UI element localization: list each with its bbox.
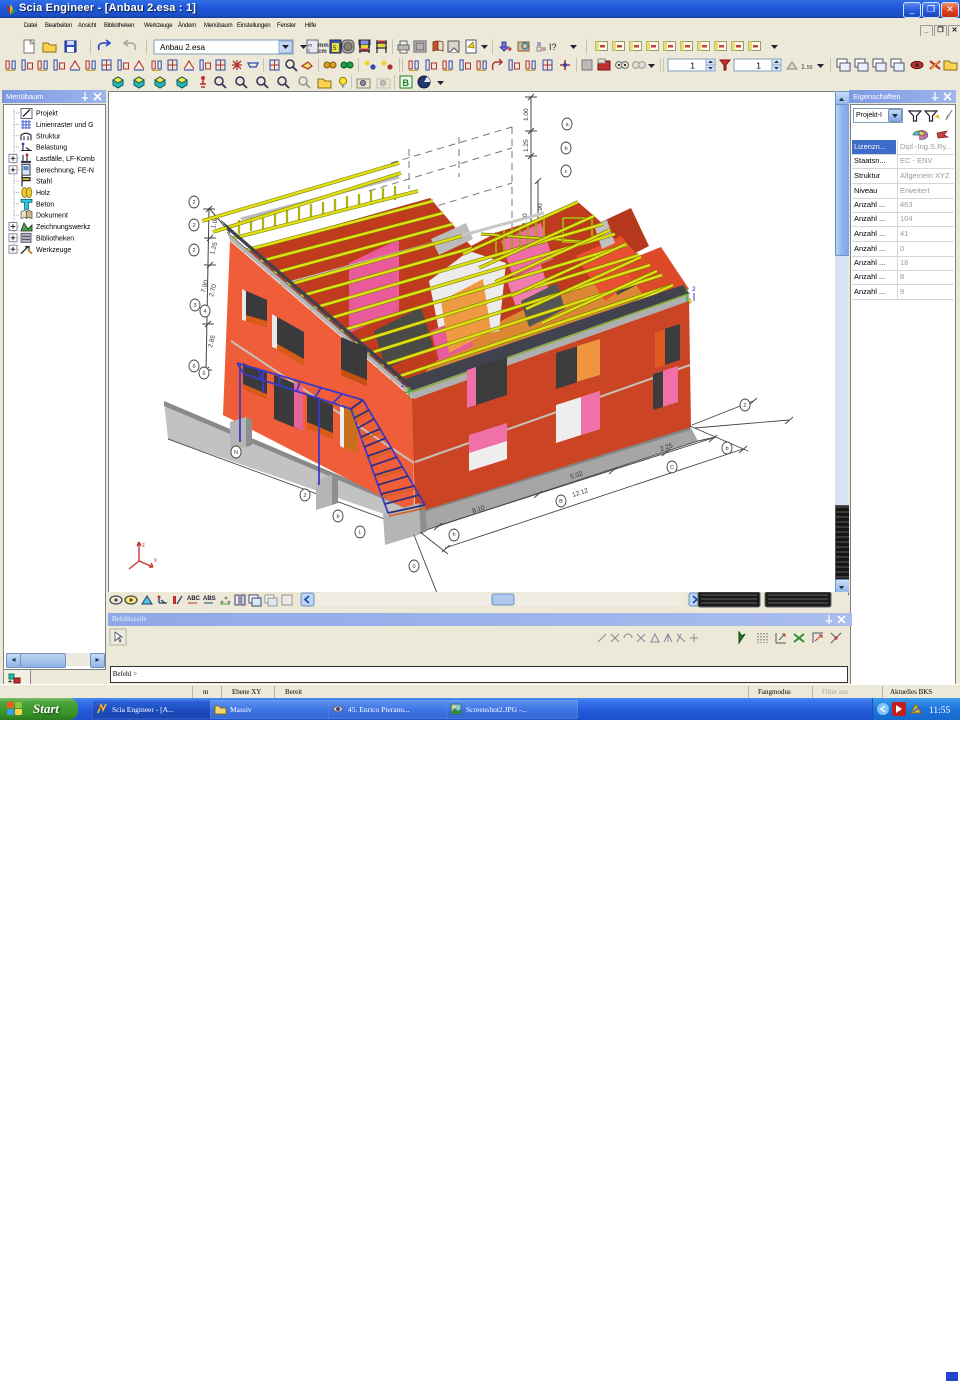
- svg-text:1.25: 1.25: [523, 139, 530, 152]
- svg-text:1.00: 1.00: [523, 108, 530, 121]
- svg-text:Berechnung, FE-N: Berechnung, FE-N: [36, 167, 94, 174]
- svg-text:Holz: Holz: [36, 190, 51, 197]
- svg-text:c: c: [565, 169, 568, 175]
- svg-text:1: 1: [684, 287, 688, 294]
- svg-text:B: B: [403, 78, 410, 88]
- svg-text:x: x: [154, 558, 157, 564]
- svg-text:b: b: [336, 514, 339, 520]
- svg-text:Stahl: Stahl: [36, 179, 52, 186]
- svg-text:Anbau 2.esa: Anbau 2.esa: [160, 43, 205, 52]
- svg-text:4: 4: [203, 309, 206, 315]
- svg-text:b: b: [564, 146, 567, 152]
- svg-text:2: 2: [192, 200, 195, 206]
- svg-text:Linienraster und G: Linienraster und G: [36, 122, 94, 129]
- svg-text:3: 3: [193, 303, 196, 309]
- svg-text:Struktur: Struktur: [36, 133, 61, 140]
- svg-text:2.85: 2.85: [207, 334, 217, 348]
- svg-text:0: 0: [412, 564, 415, 570]
- svg-text:12.12: 12.12: [571, 487, 589, 499]
- svg-text:6: 6: [192, 364, 195, 370]
- svg-text:1: 1: [756, 61, 761, 71]
- svg-text:h: h: [452, 532, 455, 538]
- svg-text:1.25: 1.25: [209, 241, 219, 255]
- svg-text:2: 2: [743, 403, 746, 409]
- svg-text:L: L: [358, 530, 361, 536]
- svg-text:Lastfälle, LF-Komb: Lastfälle, LF-Komb: [36, 156, 95, 163]
- svg-text:11:55: 11:55: [929, 706, 951, 716]
- svg-text:ABC: ABC: [187, 596, 201, 602]
- svg-text:Projekt: Projekt: [36, 111, 58, 118]
- svg-text:cm: cm: [318, 49, 327, 55]
- svg-text:B: B: [559, 499, 563, 505]
- svg-text:I?: I?: [549, 42, 557, 52]
- svg-text:1: 1: [690, 61, 695, 71]
- svg-text:z: z: [142, 543, 145, 549]
- svg-text:N: N: [234, 450, 238, 456]
- svg-text:Belastung: Belastung: [36, 145, 67, 152]
- svg-text:2: 2: [192, 223, 195, 229]
- svg-text:Zeichnungswerkz: Zeichnungswerkz: [36, 224, 91, 231]
- svg-text:1.50: 1.50: [801, 64, 813, 71]
- svg-text:2: 2: [303, 493, 306, 499]
- svg-text:Werkzeuge: Werkzeuge: [36, 247, 71, 254]
- svg-text:2.70: 2.70: [208, 283, 218, 297]
- svg-text:2: 2: [192, 248, 195, 254]
- svg-text:6: 6: [202, 371, 205, 377]
- svg-text:Dokument: Dokument: [36, 213, 68, 220]
- svg-text:Beton: Beton: [36, 201, 54, 208]
- svg-text:C: C: [670, 465, 674, 471]
- svg-text:ABS: ABS: [203, 596, 216, 602]
- svg-text:b: b: [725, 446, 728, 452]
- svg-text:Bibliotheken: Bibliotheken: [36, 235, 74, 242]
- svg-text:2: 2: [692, 286, 696, 293]
